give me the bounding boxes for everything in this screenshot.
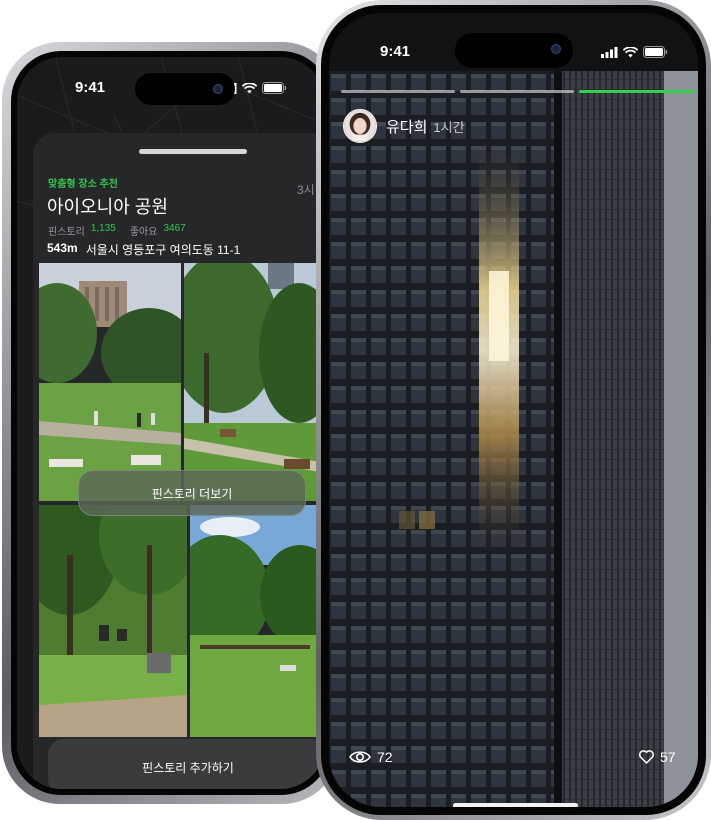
phone-right-screen: 9:41 유다희 1시간 72 57 xyxy=(329,13,698,807)
park-photo-1[interactable] xyxy=(39,263,181,501)
address-row: 543m 서울시 영등포구 여의도동 11-1 xyxy=(47,241,240,258)
phone-right-bezel: 9:41 유다희 1시간 72 57 xyxy=(321,5,706,815)
wifi-icon xyxy=(242,82,257,93)
phone-right-device: 9:41 유다희 1시간 72 57 xyxy=(316,0,711,820)
add-pinstory-button[interactable]: 핀스토리 추가하기 xyxy=(48,739,325,789)
posted-ago: 1시간 xyxy=(433,119,465,135)
phone-left-device: 9:41 맞춤형 장소 추천 3시간 아이오니아 공원 핀스토리 1,135 좋… xyxy=(2,42,340,804)
battery-icon xyxy=(643,46,668,58)
story-progress-1 xyxy=(341,90,455,93)
author-name: 유다희 xyxy=(386,118,428,136)
status-icons xyxy=(601,46,668,58)
battery-icon xyxy=(262,82,287,94)
eye-icon xyxy=(349,751,371,763)
park-photo-4[interactable] xyxy=(190,505,325,737)
likes-label: 좋아요 xyxy=(129,227,158,238)
signal-icon xyxy=(601,46,618,58)
view-count-value: 72 xyxy=(377,749,393,765)
likes-count: 3467 xyxy=(163,223,186,234)
phone-left-screen: 9:41 맞춤형 장소 추천 3시간 아이오니아 공원 핀스토리 1,135 좋… xyxy=(17,57,325,789)
view-count: 72 xyxy=(349,749,393,765)
story-author[interactable]: 유다희 1시간 xyxy=(343,109,465,143)
recommendation-label: 맞춤형 장소 추천 xyxy=(48,179,118,190)
distance-label: 543m xyxy=(47,241,78,255)
dynamic-island xyxy=(455,33,573,68)
park-photo-2[interactable] xyxy=(184,263,325,501)
see-more-pinstory-button[interactable]: 핀스토리 더보기 xyxy=(78,470,306,516)
camera-dot xyxy=(213,84,223,94)
pinstory-count: 1,135 xyxy=(90,223,116,234)
story-progress-3 xyxy=(579,90,695,93)
like-count-value: 57 xyxy=(660,749,676,765)
phone-left-bezel: 9:41 맞춤형 장소 추천 3시간 아이오니아 공원 핀스토리 1,135 좋… xyxy=(11,51,331,795)
like-button[interactable]: 57 xyxy=(639,749,676,765)
pinstory-label: 핀스토리 xyxy=(48,227,85,238)
dynamic-island xyxy=(135,73,235,105)
sheet-grabber[interactable] xyxy=(139,149,247,154)
story-progress-2 xyxy=(460,90,574,93)
place-title: 아이오니아 공원 xyxy=(47,197,168,217)
status-time: 9:41 xyxy=(75,79,106,96)
avatar[interactable] xyxy=(343,109,377,143)
address-label: 서울시 영등포구 여의도동 11-1 xyxy=(85,243,241,257)
home-indicator xyxy=(453,803,578,807)
status-time: 9:41 xyxy=(380,43,411,60)
camera-dot xyxy=(551,44,561,54)
place-stats: 핀스토리 1,135 좋아요 3467 xyxy=(48,223,186,238)
wifi-icon xyxy=(623,46,638,57)
heart-icon xyxy=(639,750,654,764)
story-photo-building[interactable] xyxy=(329,71,698,807)
park-photo-3[interactable] xyxy=(39,505,187,737)
